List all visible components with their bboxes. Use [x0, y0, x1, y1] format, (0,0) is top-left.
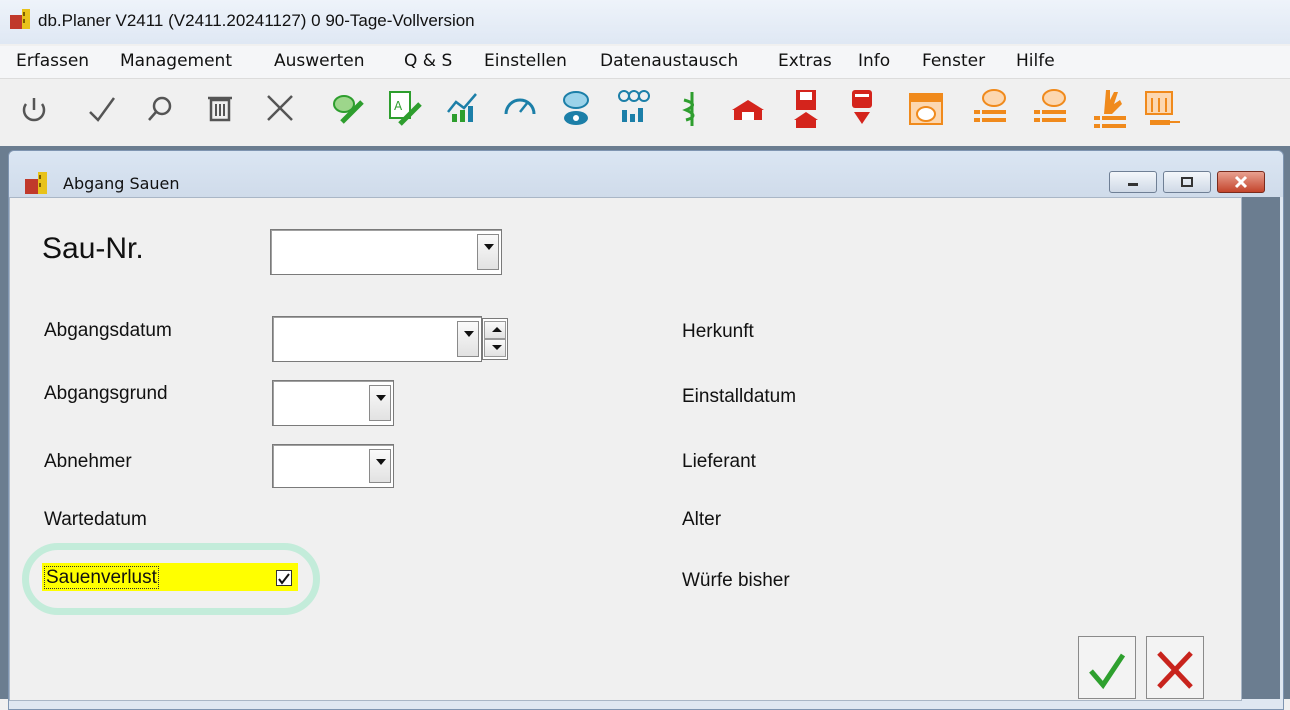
syringe-calendar-icon[interactable]	[1140, 86, 1180, 132]
download-icon[interactable]	[842, 86, 882, 132]
wartedatum-label: Wartedatum	[44, 509, 147, 530]
app-titlebar: db.Planer V2411 (V2411.20241127) 0 90-Ta…	[0, 0, 1290, 44]
pig-list-alt-icon[interactable]	[1030, 86, 1070, 132]
document-edit-icon[interactable]: A	[384, 86, 424, 132]
barn-save-icon[interactable]	[786, 86, 826, 132]
menu-info[interactable]: Info	[858, 51, 890, 71]
power-icon[interactable]	[14, 86, 54, 132]
sauenverlust-checkbox[interactable]	[276, 570, 292, 586]
pig-edit-icon[interactable]	[328, 86, 368, 132]
sau-nr-combobox[interactable]	[270, 229, 502, 275]
cancel-button[interactable]	[1146, 636, 1204, 699]
abnehmer-combobox[interactable]	[272, 444, 394, 488]
wuerfe-bisher-label: Würfe bisher	[682, 570, 790, 591]
hand-list-icon[interactable]	[1090, 86, 1130, 132]
abgangsdatum-picker[interactable]	[272, 316, 482, 362]
window-logo-icon	[25, 172, 47, 194]
chevron-down-icon[interactable]	[477, 234, 499, 270]
menu-q-und-s[interactable]: Q & S	[404, 51, 452, 71]
menu-erfassen[interactable]: Erfassen	[16, 51, 89, 71]
spin-down-icon[interactable]	[484, 339, 506, 357]
pig-eye-icon[interactable]	[556, 86, 596, 132]
abgangsgrund-combobox[interactable]	[272, 380, 394, 426]
app-logo-icon	[10, 9, 30, 29]
menu-fenster[interactable]: Fenster	[922, 51, 985, 71]
sauenverlust-label: Sauenverlust	[44, 566, 159, 589]
menu-hilfe[interactable]: Hilfe	[1016, 51, 1055, 71]
abgangsgrund-label: Abgangsgrund	[44, 383, 168, 404]
sau-nr-label: Sau-Nr.	[42, 232, 144, 265]
abgangsdatum-spinner[interactable]	[482, 318, 508, 360]
close-window-button[interactable]	[1217, 171, 1265, 193]
check-icon[interactable]	[82, 86, 122, 132]
trash-icon[interactable]	[200, 86, 240, 132]
menu-datenaustausch[interactable]: Datenaustausch	[600, 51, 738, 71]
lieferant-label: Lieferant	[682, 451, 756, 472]
menu-auswerten[interactable]: Auswerten	[274, 51, 365, 71]
pig-stats-icon[interactable]	[612, 86, 652, 132]
einstalldatum-label: Einstalldatum	[682, 386, 797, 407]
chevron-down-icon[interactable]	[457, 321, 479, 357]
window-edge	[1242, 197, 1280, 699]
herkunft-label: Herkunft	[682, 321, 754, 342]
menu-einstellen[interactable]: Einstellen	[484, 51, 567, 71]
ok-button[interactable]	[1078, 636, 1136, 699]
chart-icon[interactable]	[442, 86, 482, 132]
barn-icon[interactable]	[728, 86, 768, 132]
pig-calendar-icon[interactable]	[906, 86, 946, 132]
menu-management[interactable]: Management	[120, 51, 232, 71]
cross-icon	[1157, 651, 1193, 689]
chevron-down-icon[interactable]	[369, 449, 391, 483]
pig-list-icon[interactable]	[970, 86, 1010, 132]
search-icon[interactable]	[140, 86, 180, 132]
maximize-button[interactable]	[1163, 171, 1211, 193]
spin-up-icon[interactable]	[484, 321, 506, 339]
abnehmer-label: Abnehmer	[44, 451, 132, 472]
toolbar: A	[0, 80, 1290, 146]
abgangsdatum-label: Abgangsdatum	[44, 320, 172, 341]
svg-text:A: A	[394, 99, 403, 113]
menu-extras[interactable]: Extras	[778, 51, 832, 71]
close-icon[interactable]	[260, 86, 300, 132]
gauge-icon[interactable]	[500, 86, 540, 132]
window-title: Abgang Sauen	[63, 174, 180, 193]
check-icon	[1089, 653, 1126, 690]
window-titlebar: Abgang Sauen	[9, 151, 1283, 197]
medical-icon[interactable]	[672, 86, 712, 132]
window-client	[9, 197, 1242, 701]
app-title: db.Planer V2411 (V2411.20241127) 0 90-Ta…	[38, 11, 475, 30]
minimize-button[interactable]	[1109, 171, 1157, 193]
menu-bar: Erfassen Management Auswerten Q & S Eins…	[0, 46, 1290, 79]
chevron-down-icon[interactable]	[369, 385, 391, 421]
alter-label: Alter	[682, 509, 722, 530]
